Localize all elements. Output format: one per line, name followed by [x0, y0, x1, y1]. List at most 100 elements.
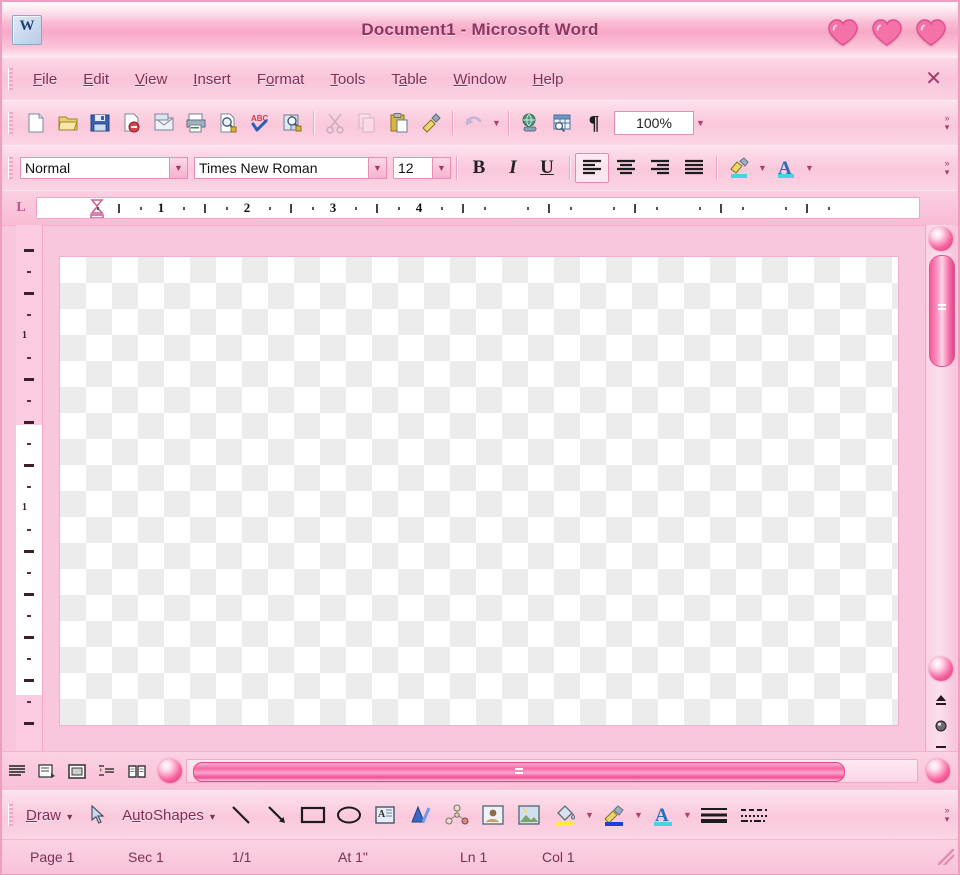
oval-button[interactable]: [333, 799, 365, 831]
dash-style-button[interactable]: [736, 799, 772, 831]
email-button[interactable]: [149, 108, 179, 138]
align-left-button[interactable]: [575, 153, 609, 183]
undo-button[interactable]: [459, 108, 489, 138]
insert-diagram-button[interactable]: [441, 799, 473, 831]
insert-wordart-button[interactable]: [405, 799, 437, 831]
draw-menu-button[interactable]: Draw ▼: [20, 807, 80, 824]
italic-button[interactable]: I: [496, 153, 530, 183]
line-color-dropdown[interactable]: ▼: [632, 800, 645, 830]
tab-stop-selector[interactable]: L: [6, 194, 36, 222]
maximize-button[interactable]: [868, 13, 906, 47]
hscroll-left-button[interactable]: [158, 759, 182, 783]
align-right-button[interactable]: [643, 153, 677, 183]
font-combo[interactable]: Times New Roman: [194, 157, 369, 179]
previous-page-button[interactable]: [930, 690, 952, 712]
open-button[interactable]: [53, 108, 83, 138]
scroll-down-button[interactable]: [929, 657, 953, 681]
show-formatting-button[interactable]: ¶: [579, 108, 609, 138]
line-style-button[interactable]: [696, 799, 732, 831]
menu-item-tools[interactable]: Tools: [317, 67, 378, 92]
horizontal-scrollbar[interactable]: [186, 759, 918, 783]
text-box-button[interactable]: A: [369, 799, 401, 831]
web-layout-view-button[interactable]: [35, 760, 59, 782]
permission-button[interactable]: [117, 108, 147, 138]
zoom-dropdown[interactable]: ▼: [694, 108, 707, 138]
copy-button[interactable]: [352, 108, 382, 138]
menu-item-file[interactable]: File: [20, 67, 70, 92]
document-page[interactable]: [60, 257, 898, 725]
print-button[interactable]: [181, 108, 211, 138]
line-color-button[interactable]: [598, 799, 630, 831]
print-preview-button[interactable]: [213, 108, 243, 138]
drawing-toolbar-options-button[interactable]: » ▾: [939, 798, 955, 832]
menu-item-format[interactable]: Format: [244, 67, 318, 92]
font-size-combo[interactable]: 12: [393, 157, 433, 179]
line-button[interactable]: [225, 799, 257, 831]
bold-icon: B: [472, 157, 486, 178]
highlight-color-dropdown[interactable]: ▼: [756, 153, 769, 183]
normal-view-button[interactable]: [5, 760, 29, 782]
reading-layout-view-button[interactable]: [125, 760, 149, 782]
minimize-button[interactable]: [824, 13, 862, 47]
menu-item-insert[interactable]: Insert: [180, 67, 244, 92]
insert-clip-art-button[interactable]: [477, 799, 509, 831]
ruler-tick: [569, 207, 572, 210]
arrow-button[interactable]: [261, 799, 293, 831]
menu-item-view[interactable]: View: [122, 67, 180, 92]
new-document-button[interactable]: [21, 108, 51, 138]
fill-color-button[interactable]: [549, 799, 581, 831]
select-browse-object-button[interactable]: [930, 715, 952, 737]
insert-hyperlink-button[interactable]: [515, 108, 545, 138]
font-color-dropdown[interactable]: ▼: [681, 800, 694, 830]
resize-grip-icon[interactable]: [938, 849, 954, 865]
insert-picture-button[interactable]: [513, 799, 545, 831]
style-combo[interactable]: Normal: [20, 157, 170, 179]
formatting-toolbar-gripper[interactable]: [8, 157, 13, 179]
drawing-toolbar-gripper[interactable]: [8, 804, 13, 826]
font-color-button[interactable]: A: [769, 153, 803, 183]
menu-item-help[interactable]: Help: [520, 67, 577, 92]
research-button[interactable]: [277, 108, 307, 138]
save-button[interactable]: [85, 108, 115, 138]
horizontal-scroll-thumb[interactable]: [193, 762, 845, 782]
rectangle-button[interactable]: [297, 799, 329, 831]
close-button[interactable]: [912, 13, 950, 47]
align-justify-button[interactable]: [677, 153, 711, 183]
menu-item-edit[interactable]: Edit: [70, 67, 122, 92]
font-color-dropdown[interactable]: ▼: [803, 153, 816, 183]
autoshapes-menu-button[interactable]: AutoShapes ▼: [116, 807, 223, 824]
spelling-grammar-button[interactable]: ABC: [245, 108, 275, 138]
ruler-tick: [24, 249, 34, 252]
font-dropdown-arrow[interactable]: ▼: [369, 157, 387, 179]
tables-and-borders-button[interactable]: [547, 108, 577, 138]
select-objects-button[interactable]: [82, 799, 114, 831]
hscroll-right-button[interactable]: [926, 759, 950, 783]
underline-button[interactable]: U: [530, 153, 564, 183]
ruler-scale[interactable]: 1 2 3 4: [36, 197, 920, 219]
standard-toolbar-options-button[interactable]: » ▾: [939, 106, 955, 140]
menu-item-table[interactable]: Table: [378, 67, 440, 92]
style-dropdown-arrow[interactable]: ▼: [170, 157, 188, 179]
vertical-ruler[interactable]: 11: [16, 225, 43, 751]
font-color-button[interactable]: A: [647, 799, 679, 831]
scroll-up-button[interactable]: [929, 227, 953, 251]
close-document-button[interactable]: ✕: [925, 69, 942, 89]
ruler-tick: [827, 207, 830, 210]
menu-item-window[interactable]: Window: [440, 67, 519, 92]
highlight-color-button[interactable]: [722, 153, 756, 183]
bold-button[interactable]: B: [462, 153, 496, 183]
outline-view-button[interactable]: [95, 760, 119, 782]
standard-toolbar-gripper[interactable]: [8, 112, 13, 134]
format-painter-button[interactable]: [416, 108, 446, 138]
print-layout-view-button[interactable]: [65, 760, 89, 782]
formatting-toolbar-options-button[interactable]: » ▾: [939, 151, 955, 185]
vertical-scroll-thumb[interactable]: [929, 255, 955, 367]
undo-dropdown[interactable]: ▼: [490, 108, 503, 138]
menu-bar-gripper[interactable]: [8, 68, 13, 90]
font-size-dropdown-arrow[interactable]: ▼: [433, 157, 451, 179]
cut-button[interactable]: [320, 108, 350, 138]
zoom-combo[interactable]: 100%: [614, 111, 694, 135]
paste-button[interactable]: [384, 108, 414, 138]
align-center-button[interactable]: [609, 153, 643, 183]
fill-color-dropdown[interactable]: ▼: [583, 800, 596, 830]
